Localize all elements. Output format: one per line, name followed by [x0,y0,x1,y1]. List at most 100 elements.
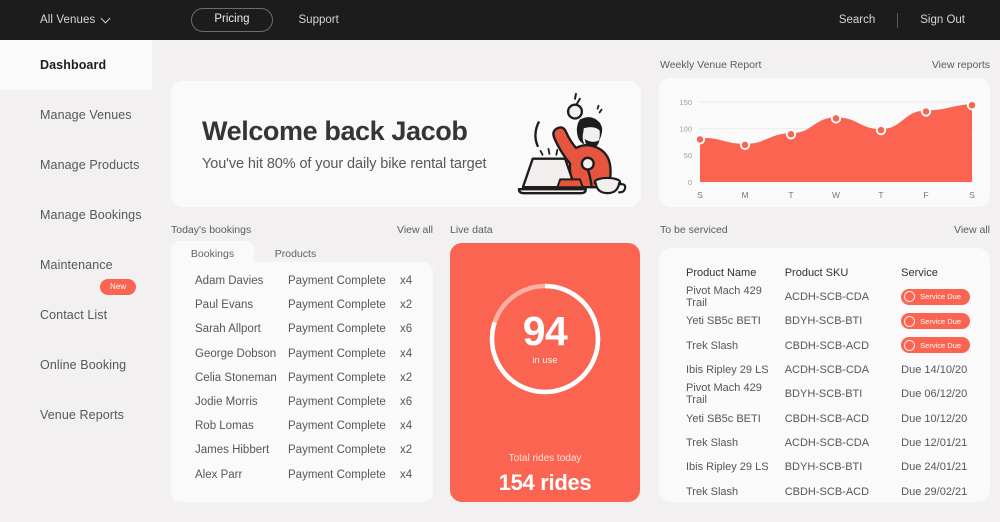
booking-name: Adam Davies [195,275,264,288]
service-cell: Service Due [901,313,990,330]
booking-qty: x4 [400,347,413,360]
nav-search-link[interactable]: Search [839,14,875,26]
product-name: Trek Slash [686,339,739,352]
status-badge-label: Service Due [920,292,962,302]
status-badge-label: Service Due [920,340,962,350]
table-row[interactable]: James Hibbert Payment Complete x2 [171,438,433,462]
sidebar-item-manage-bookings[interactable]: Manage Bookings [0,190,165,240]
new-badge: New [100,279,137,295]
booking-status: Payment Complete [288,323,386,336]
person-celebrating-at-laptop-illustration [515,87,633,201]
table-row[interactable]: Ibis Ripley 29 LS ACDH-SCB-CDA Due 14/10… [659,358,990,382]
status-badge[interactable]: Service Due [901,313,971,330]
booking-qty: x4 [400,420,413,433]
sidebar-item-label: Dashboard [40,58,107,72]
weekly-report-header: Weekly Venue Report View reports [660,59,990,71]
nav-pricing-button[interactable]: Pricing [191,8,273,32]
table-header-row: Product Name Product SKU Service [659,258,990,285]
table-row[interactable]: Adam Davies Payment Complete x4 [171,269,433,293]
status-badge[interactable]: Service Due [901,337,971,354]
serviced-view-all-link[interactable]: View all [954,224,990,236]
table-row[interactable]: Pivot Mach 429 Trail BDYH-SCB-BTI Due 06… [659,382,990,406]
all-venues-label: All Venues [40,14,96,26]
total-rides-label: Total rides today [508,453,582,464]
booking-status: Payment Complete [288,420,386,433]
service-due-date: Due 24/01/21 [901,461,968,474]
sidebar-item-venue-reports[interactable]: Venue Reports [0,390,165,440]
table-row[interactable]: Trek Slash CBDH-SCB-ACD Service Due [659,334,990,358]
table-row[interactable]: Jodie Morris Payment Complete x6 [171,390,433,414]
booking-name: Jodie Morris [195,396,258,409]
nav-support-link[interactable]: Support [299,14,339,26]
table-row[interactable]: Rob Lomas Payment Complete x4 [171,414,433,438]
sidebar-navigation: Dashboard Manage Venues Manage Products … [0,40,165,522]
chevron-down-icon [102,14,111,23]
booking-qty: x6 [400,323,413,336]
booking-status: Payment Complete [288,299,386,312]
booking-qty: x4 [400,275,413,288]
svg-text:0: 0 [688,178,692,187]
sidebar-item-manage-venues[interactable]: Manage Venues [0,90,165,140]
total-rides-value: 154 rides [498,470,592,495]
view-reports-link[interactable]: View reports [932,59,990,71]
product-name: Ibis Ripley 29 LS [686,364,769,377]
sidebar-item-dashboard[interactable]: Dashboard [0,40,152,90]
product-sku: BDYH-SCB-BTI [784,315,863,328]
nav-signout-link[interactable]: Sign Out [920,14,965,26]
sidebar-item-manage-products[interactable]: Manage Products [0,140,165,190]
booking-qty: x2 [400,444,413,457]
table-row[interactable]: Ibis Ripley 29 LS BDYH-SCB-BTI Due 24/01… [659,455,990,479]
all-venues-dropdown[interactable]: All Venues [40,14,111,26]
booking-status: Payment Complete [288,468,386,481]
service-due-date: Due 06/12/20 [901,388,968,401]
welcome-subtitle: You've hit 80% of your daily bike rental… [202,156,487,172]
table-row[interactable]: Pivot Mach 429 Trail ACDH-SCB-CDA Servic… [659,285,990,309]
svg-text:100: 100 [679,125,692,134]
table-row[interactable]: Celia Stoneman Payment Complete x2 [171,366,433,390]
product-sku: CBDH-SCB-ACD [784,412,870,425]
sidebar-item-label: Manage Venues [40,108,132,122]
in-use-value: 94 [522,307,568,354]
service-due-date: Due 14/10/20 [901,364,968,377]
product-sku: ACDH-SCB-CDA [784,291,870,304]
sidebar-item-label: Online Booking [40,358,127,372]
svg-text:W: W [832,190,840,200]
table-row[interactable]: Alex Parr Payment Complete x4 [171,463,433,487]
bookings-view-all-link[interactable]: View all [397,224,433,236]
sidebar-item-label: Contact List [40,308,108,322]
bookings-list-card: Adam Davies Payment Complete x4 Paul Eva… [171,262,433,502]
product-name: Yeti SB5c BETI [686,412,761,425]
table-row[interactable]: George Dobson Payment Complete x4 [171,342,433,366]
live-data-title: Live data [450,224,493,236]
table-row[interactable]: Trek Slash ACDH-SCB-CDA Due 12/01/21 [659,431,990,455]
table-row[interactable]: Yeti SB5c BETI BDYH-SCB-BTI Service Due [659,309,990,333]
sidebar-item-label: Venue Reports [40,408,124,422]
booking-qty: x2 [400,299,413,312]
svg-text:T: T [878,190,883,200]
service-due-date: Due 10/12/20 [901,412,968,425]
service-due-date: Due 12/01/21 [901,436,968,449]
booking-name: George Dobson [195,347,277,360]
service-due-date: Due 29/02/21 [901,485,968,498]
sidebar-item-maintenance[interactable]: Maintenance [0,240,165,290]
svg-text:150: 150 [679,98,692,107]
table-row[interactable]: Sarah Allport Payment Complete x6 [171,317,433,341]
weekly-report-chart-card: 150 100 50 0 S M T W T F S [659,78,990,207]
booking-name: James Hibbert [195,444,270,457]
booking-name: Sarah Allport [195,323,261,336]
table-row[interactable]: Paul Evans Payment Complete x2 [171,293,433,317]
product-sku: BDYH-SCB-BTI [784,388,863,401]
welcome-title: Welcome back Jacob [202,116,468,146]
booking-name: Celia Stoneman [195,371,277,384]
nav-right-group: Search Sign Out [839,12,965,28]
column-header-service: Service [901,267,938,279]
table-row[interactable]: Trek Slash CBDH-SCB-ACD Due 29/02/21 [659,479,990,503]
sidebar-item-online-booking[interactable]: Online Booking [0,340,165,390]
product-name: Trek Slash [686,485,739,498]
weekly-venue-report-area-chart: 150 100 50 0 S M T W T F S [679,98,978,200]
table-row[interactable]: Yeti SB5c BETI CBDH-SCB-ACD Due 10/12/20 [659,406,990,430]
svg-text:F: F [923,190,928,200]
status-badge[interactable]: Service Due [901,288,971,305]
in-use-progress-ring: 94 in use [485,279,605,399]
sidebar-item-contact-list[interactable]: New Contact List [0,279,165,340]
